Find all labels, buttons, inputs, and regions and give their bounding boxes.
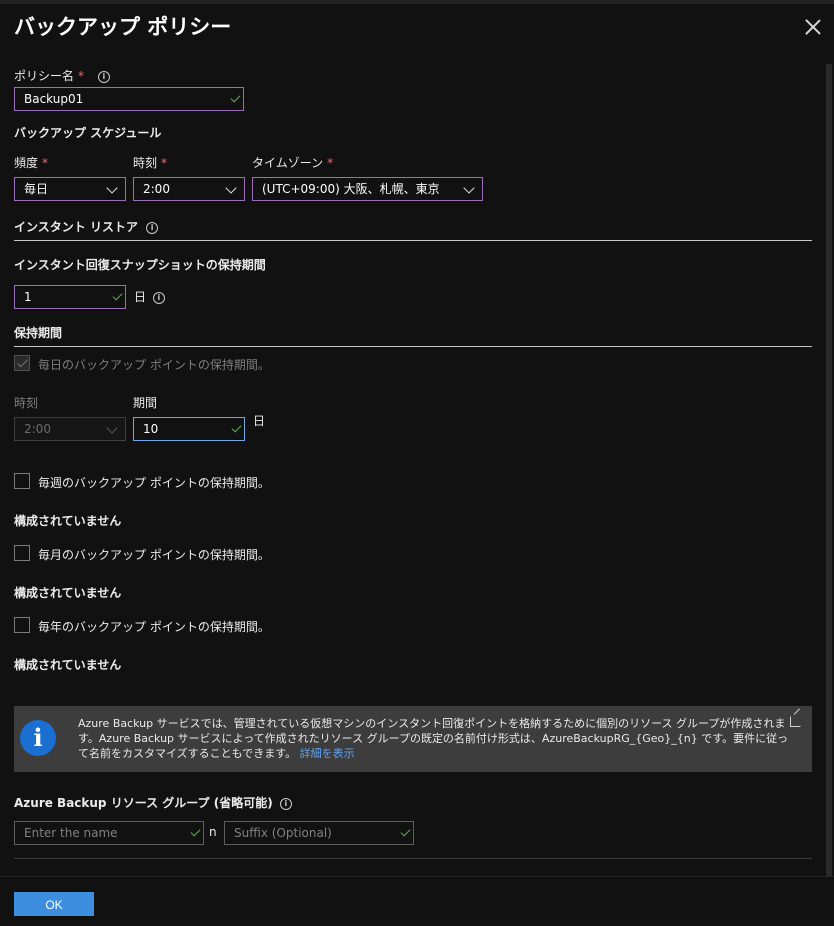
weekly-status: 構成されていません [14,514,122,528]
required-marker: * [327,156,334,170]
snapshot-retention-value: 1 [24,290,32,304]
valid-check-icon [231,422,242,433]
valid-check-icon [112,290,123,301]
info-banner: i Azure Backup サービスでは、管理されている仮想マシンのインスタン… [14,706,812,772]
resource-group-label-text: Azure Backup リソース グループ (省略可能) [14,796,273,810]
valid-check-icon [400,826,411,837]
close-icon[interactable] [804,18,822,36]
yearly-retention-checkbox[interactable] [14,617,30,633]
time-value: 2:00 [143,182,170,196]
daily-duration-label: 期間 [133,396,158,410]
daily-time-label: 時刻 [14,396,39,410]
required-marker: * [42,156,49,170]
page-title: バックアップ ポリシー [14,15,232,39]
section-divider [14,240,812,241]
info-icon[interactable]: i [279,798,292,810]
chevron-down-icon [106,422,118,434]
scrollbar[interactable] [826,64,832,876]
snapshot-unit-text: 日 [134,290,147,304]
daily-retention-checkbox[interactable] [14,355,30,371]
yearly-status: 構成されていません [14,658,122,672]
frequency-dropdown[interactable]: 毎日 [14,177,126,201]
section-divider [14,858,812,859]
info-banner-text: Azure Backup サービスでは、管理されている仮想マシンのインスタント回… [78,716,792,761]
monthly-retention-checkbox[interactable] [14,545,30,561]
valid-check-icon [230,92,241,103]
chevron-down-icon [463,182,475,194]
info-icon: i [20,720,56,756]
daily-time-value: 2:00 [24,422,51,436]
footer-divider [0,876,834,877]
daily-retention-label: 毎日のバックアップ ポイントの保持期間。 [38,358,270,372]
snapshot-retention-label: インスタント回復スナップショットの保持期間 [14,258,266,272]
frequency-value: 毎日 [24,182,49,196]
policy-name-value: Backup01 [24,92,84,106]
learn-more-link[interactable]: 詳細を表示 [300,747,355,760]
resource-group-name-input[interactable]: Enter the name [14,821,204,845]
external-link-icon[interactable] [790,716,801,727]
section-divider [14,346,812,347]
instant-restore-heading: インスタント リストア i [14,218,159,235]
required-marker: * [161,156,168,170]
weekly-retention-checkbox[interactable] [14,473,30,489]
monthly-retention-label: 毎月のバックアップ ポイントの保持期間。 [38,548,270,562]
required-marker: * [78,69,85,83]
resource-group-suffix-input[interactable]: Suffix (Optional) [224,821,414,845]
time-label: 時刻 * [133,154,167,171]
retention-heading: 保持期間 [14,326,63,340]
frequency-label: 頻度 * [14,154,48,171]
policy-name-input[interactable]: Backup01 [14,87,244,111]
daily-duration-unit: 日 [253,414,266,428]
timezone-label-text: タイムゾーン [252,156,324,170]
resource-group-separator: n [209,825,217,839]
info-icon[interactable]: i [146,222,159,234]
ok-button[interactable]: OK [14,892,94,916]
instant-restore-heading-text: インスタント リストア [14,220,138,234]
timezone-label: タイムゾーン * [252,154,333,171]
monthly-status: 構成されていません [14,586,122,600]
chevron-down-icon [106,182,118,194]
info-banner-message: Azure Backup サービスでは、管理されている仮想マシンのインスタント回… [78,717,789,760]
timezone-value: (UTC+09:00) 大阪、札幌、東京 [262,182,440,196]
timezone-dropdown[interactable]: (UTC+09:00) 大阪、札幌、東京 [252,177,483,201]
yearly-retention-label: 毎年のバックアップ ポイントの保持期間。 [38,620,270,634]
daily-time-dropdown[interactable]: 2:00 [14,417,126,441]
policy-name-label-text: ポリシー名 [14,69,75,83]
top-border [0,0,834,4]
schedule-heading: バックアップ スケジュール [14,126,162,140]
resource-group-label: Azure Backup リソース グループ (省略可能) i [14,794,292,811]
frequency-label-text: 頻度 [14,156,39,170]
time-dropdown[interactable]: 2:00 [133,177,245,201]
resource-group-suffix-placeholder: Suffix (Optional) [234,826,332,840]
snapshot-retention-input[interactable]: 1 [14,285,126,309]
daily-duration-value: 10 [143,422,159,436]
chevron-down-icon [225,182,237,194]
resource-group-name-placeholder: Enter the name [24,826,118,840]
time-label-text: 時刻 [133,156,158,170]
daily-duration-input[interactable]: 10 [133,417,245,441]
info-icon[interactable]: i [152,292,165,304]
valid-check-icon [190,826,201,837]
snapshot-unit: 日 i [134,288,165,305]
info-icon[interactable]: i [97,71,110,83]
policy-name-label: ポリシー名 * i [14,67,110,84]
weekly-retention-label: 毎週のバックアップ ポイントの保持期間。 [38,476,270,490]
